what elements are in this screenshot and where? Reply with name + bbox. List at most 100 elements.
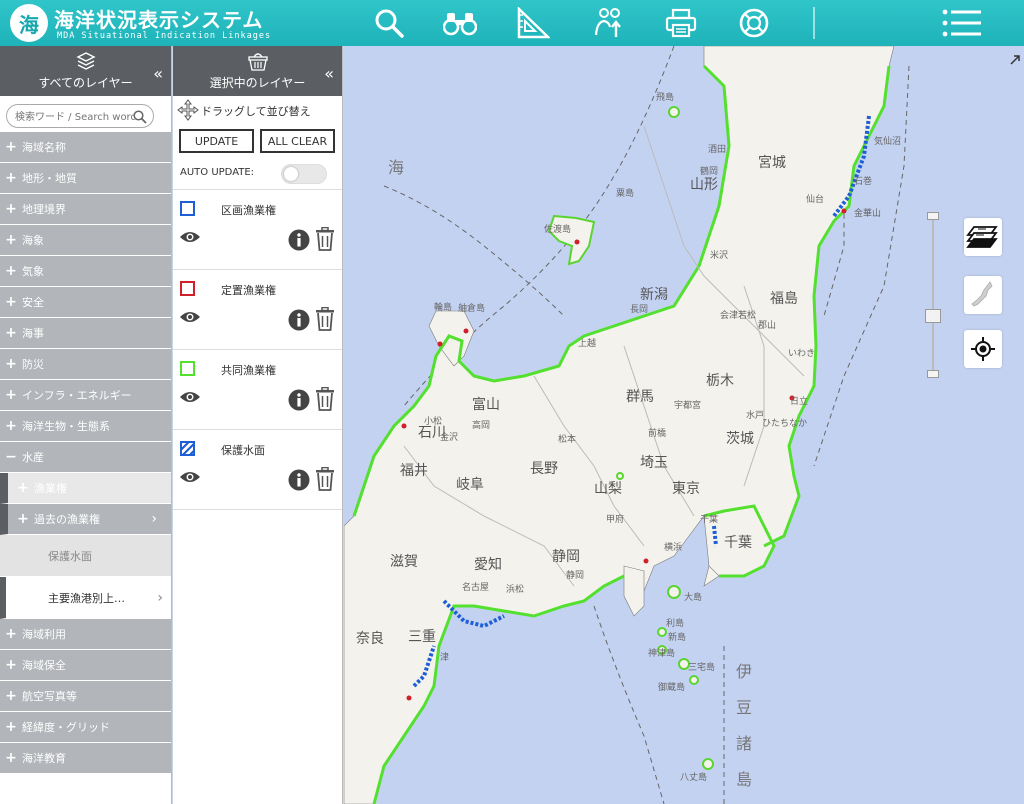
place-label: 横浜 (664, 543, 683, 553)
help-lifebuoy-icon[interactable] (737, 6, 771, 40)
place-label: 気仙沼 (874, 137, 902, 147)
place-label: 鶴岡 (700, 167, 719, 177)
update-button[interactable]: UPDATE (179, 129, 254, 153)
category-weather[interactable]: + 気象 (0, 256, 171, 287)
zoom-out-icon[interactable] (927, 370, 939, 378)
map-label: 三重 (408, 629, 436, 645)
category-maritime[interactable]: + 海事 (0, 318, 171, 349)
expand-icon: + (5, 657, 17, 673)
category-oceanography[interactable]: + 海象 (0, 225, 171, 256)
selected-layer-item[interactable]: 共同漁業権 (173, 350, 342, 430)
place-label: 金華山 (854, 209, 882, 219)
expand-icon: + (17, 480, 29, 496)
trash-icon[interactable] (315, 306, 335, 335)
category-grid[interactable]: + 経緯度・グリッド (0, 712, 171, 743)
place-label: 郡山 (758, 321, 777, 331)
map-label: 福井 (400, 463, 428, 479)
place-label: 御蔵島 (658, 683, 686, 693)
expand-icon: + (5, 626, 17, 642)
layer-color-swatch (180, 201, 195, 216)
print-icon[interactable] (664, 6, 698, 40)
layers-icon (0, 51, 171, 71)
category-marine-life[interactable]: + 海洋生物・生態系 (0, 411, 171, 442)
category-label: 安全 (22, 296, 44, 309)
info-icon[interactable] (288, 309, 310, 335)
layer-major-ports[interactable]: 主要漁港別上… › (0, 577, 171, 619)
category-label: 海域名称 (22, 141, 66, 154)
map-label: 山形 (690, 177, 718, 193)
auto-update-label: AUTO UPDATE: (180, 167, 255, 178)
all-layers-header: すべてのレイヤー « (0, 46, 171, 96)
zoom-in-icon[interactable] (927, 212, 939, 220)
place-label: 大島 (684, 593, 703, 603)
trash-icon[interactable] (315, 386, 335, 415)
category-fisheries[interactable]: − 水産 (0, 442, 171, 473)
izu-label: 豆 (736, 698, 753, 717)
category-terrain[interactable]: + 地形・地質 (0, 163, 171, 194)
info-icon[interactable] (288, 389, 310, 415)
category-safety[interactable]: + 安全 (0, 287, 171, 318)
layer-name: 保護水面 (221, 444, 265, 457)
visibility-eye-icon[interactable] (179, 229, 201, 248)
map-canvas[interactable]: 山形 宮城 新潟 福島 富山 石川 群馬 栃木 長野 茨城 福井 岐阜 埼玉 山… (344, 46, 1024, 804)
category-sea-use[interactable]: + 海域利用 (0, 619, 171, 650)
place-label: 名古屋 (462, 583, 490, 593)
selected-layer-item[interactable]: 区画漁業権 (173, 190, 342, 270)
all-clear-button[interactable]: ALL CLEAR (260, 129, 335, 153)
category-boundaries[interactable]: + 地理境界 (0, 194, 171, 225)
current-location-icon[interactable] (964, 330, 1002, 368)
layer-switch-icon[interactable] (964, 218, 1002, 256)
visibility-eye-icon[interactable] (179, 389, 201, 408)
category-infrastructure[interactable]: + インフラ・エネルギー (0, 380, 171, 411)
place-label: 神津島 (648, 649, 676, 659)
selected-layer-item[interactable]: 定置漁業権 (173, 270, 342, 350)
place-label: ひたちなか (762, 419, 808, 429)
zoom-handle[interactable] (925, 309, 941, 323)
search-icon[interactable] (372, 6, 406, 40)
zoom-track[interactable] (932, 220, 934, 370)
japan-map-icon[interactable] (964, 276, 1002, 314)
measure-triangle-icon[interactable] (516, 6, 550, 40)
map-label: 埼玉 (640, 455, 668, 471)
auto-update-toggle[interactable] (281, 164, 327, 184)
map-label: 東京 (672, 481, 700, 497)
app-logo[interactable]: 海 (10, 4, 48, 42)
chevron-right-icon: › (157, 589, 163, 606)
selected-layers-panel: 選択中のレイヤー « ドラッグして並び替え UPDATE ALL CLEAR A… (173, 46, 343, 804)
selected-layers-title: 選択中のレイヤー (209, 76, 306, 90)
collapse-icon: − (5, 449, 17, 465)
category-label: 防災 (22, 358, 44, 371)
visibility-eye-icon[interactable] (179, 309, 201, 328)
category-sea-names[interactable]: + 海域名称 (0, 132, 171, 163)
layer-label: 保護水面 (48, 549, 92, 563)
category-education[interactable]: + 海洋教育 (0, 743, 171, 774)
layer-search-input[interactable] (15, 106, 135, 129)
map-label: 新潟 (640, 287, 668, 303)
binoculars-icon[interactable] (443, 6, 477, 40)
place-label: 石巻 (854, 177, 873, 187)
expand-icon: + (17, 511, 29, 527)
info-icon[interactable] (288, 469, 310, 495)
collapse-all-layers-button[interactable]: « (153, 64, 163, 83)
users-share-icon[interactable] (592, 6, 626, 40)
trash-icon[interactable] (315, 226, 335, 255)
info-icon[interactable] (288, 229, 310, 255)
layer-protected-water[interactable]: 保護水面 (0, 535, 171, 577)
fullscreen-icon[interactable] (1010, 50, 1020, 65)
collapse-selected-layers-button[interactable]: « (324, 64, 334, 83)
visibility-eye-icon[interactable] (179, 469, 201, 488)
expand-icon: + (5, 263, 17, 279)
category-disaster[interactable]: + 防災 (0, 349, 171, 380)
trash-icon[interactable] (315, 466, 335, 495)
category-aerial-photos[interactable]: + 航空写真等 (0, 681, 171, 712)
logo-text: 海 (19, 12, 39, 37)
menu-icon[interactable] (942, 6, 982, 40)
search-icon[interactable] (133, 109, 147, 128)
selected-layer-item[interactable]: 保護水面 (173, 430, 342, 510)
basket-icon (173, 51, 342, 71)
subcategory-fishing-rights[interactable]: + 漁業権 (0, 473, 171, 504)
category-conservation[interactable]: + 海域保全 (0, 650, 171, 681)
subcategory-past-fishing-rights[interactable]: + 過去の漁業権 › (0, 504, 171, 535)
place-label: いわき (788, 349, 816, 359)
zoom-slider[interactable] (924, 212, 942, 380)
